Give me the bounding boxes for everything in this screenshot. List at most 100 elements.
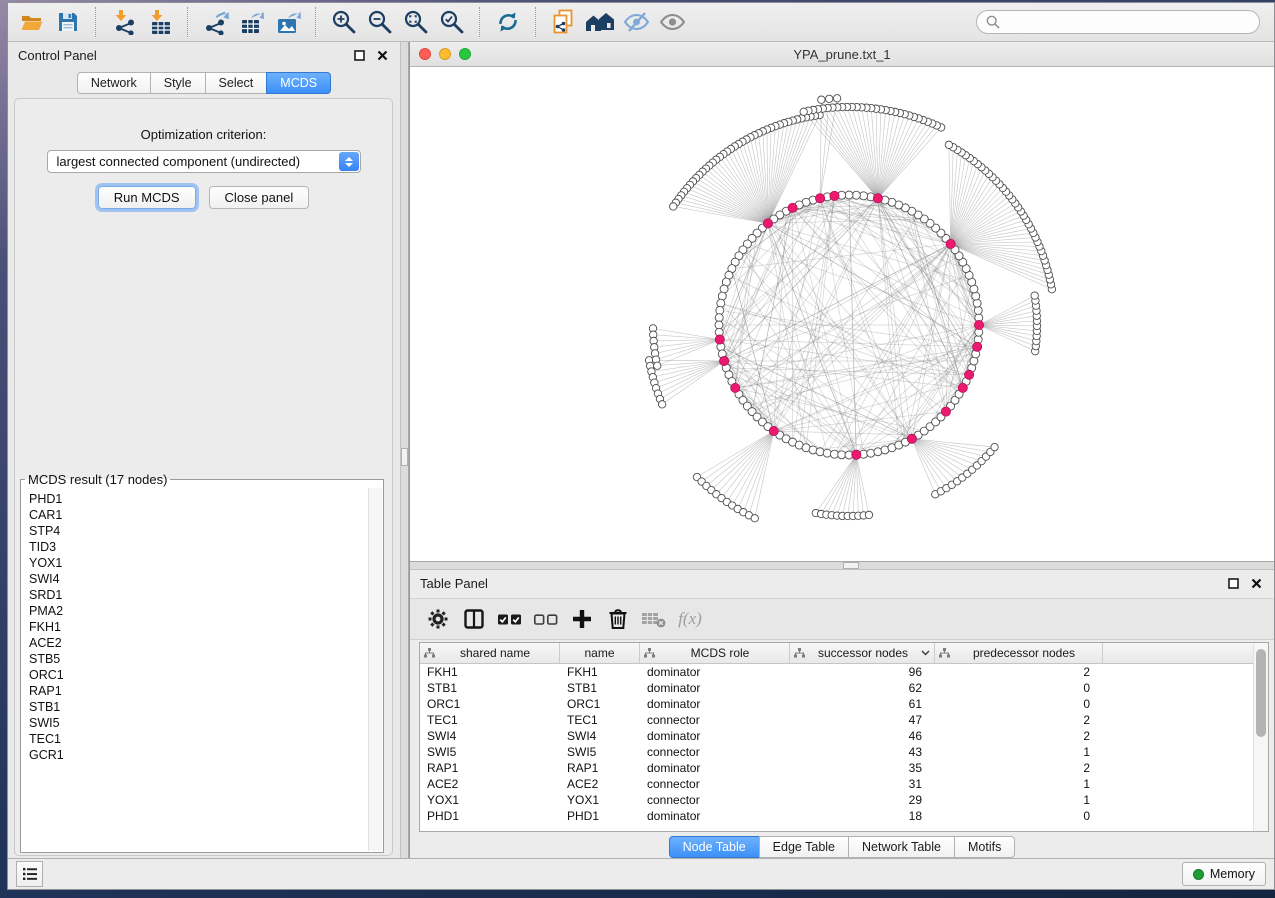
tab-motifs[interactable]: Motifs [954,836,1015,858]
float-panel-button[interactable] [1225,575,1241,591]
network-node[interactable] [830,450,838,458]
table-cell-predecessor-nodes[interactable]: 0 [935,697,1103,711]
table-cell-successor-nodes[interactable]: 29 [790,793,935,807]
mcds-result-item[interactable]: GCR1 [29,747,383,763]
table-scrollbar[interactable] [1253,643,1268,831]
mcds-result-item[interactable]: SWI4 [29,571,383,587]
table-cell-successor-nodes[interactable]: 62 [790,681,935,695]
network-node[interactable] [974,306,982,314]
network-node[interactable] [826,95,833,102]
table-cell-predecessor-nodes[interactable]: 0 [935,809,1103,823]
first-neighbors-button[interactable] [582,6,618,38]
network-node[interactable] [1031,292,1038,299]
mcds-result-item[interactable]: ORC1 [29,667,383,683]
tab-network-table[interactable]: Network Table [848,836,955,858]
network-node[interactable] [838,451,846,459]
zoom-fit-button[interactable] [398,6,434,38]
memory-button[interactable]: Memory [1182,862,1266,886]
table-cell-shared-name[interactable]: STB1 [420,681,560,695]
table-cell-predecessor-nodes[interactable]: 2 [935,713,1103,727]
search-box[interactable] [976,10,1260,34]
network-node[interactable] [867,449,875,457]
table-cell-name[interactable]: SWI4 [560,729,640,743]
run-mcds-button[interactable]: Run MCDS [98,186,196,209]
network-node[interactable] [717,299,725,307]
splitter-handle[interactable] [843,562,859,569]
table-cell-name[interactable]: ORC1 [560,697,640,711]
table-cell-name[interactable]: PHD1 [560,809,640,823]
network-node-dominator[interactable] [769,426,778,435]
table-cell-name[interactable]: STB1 [560,681,640,695]
network-node[interactable] [845,191,853,199]
mcds-result-item[interactable]: RAP1 [29,683,383,699]
table-cell-shared-name[interactable]: YOX1 [420,793,560,807]
refresh-layout-button[interactable] [490,6,526,38]
table-cell-mcds-role[interactable]: connector [640,713,790,727]
mcds-result-item[interactable]: PMA2 [29,603,383,619]
table-row[interactable]: SWI4SWI4dominator462 [420,728,1268,744]
network-node-dominator[interactable] [873,194,882,203]
network-node-dominator[interactable] [815,194,824,203]
network-node-dominator[interactable] [946,239,955,248]
network-node[interactable] [751,515,758,522]
duplicate-network-button[interactable] [546,6,582,38]
table-cell-predecessor-nodes[interactable]: 1 [935,745,1103,759]
show-all-button[interactable] [654,6,690,38]
column-header-mcds-role[interactable]: MCDS role [640,643,790,663]
table-cell-shared-name[interactable]: FKH1 [420,665,560,679]
tab-select[interactable]: Select [205,72,268,94]
mcds-result-item[interactable]: PHD1 [29,491,383,507]
table-cell-mcds-role[interactable]: dominator [640,665,790,679]
table-cell-shared-name[interactable]: TEC1 [420,713,560,727]
network-node[interactable] [658,401,665,408]
table-cell-name[interactable]: ACE2 [560,777,640,791]
network-window-titlebar[interactable]: YPA_prune.txt_1 [410,42,1274,67]
tab-style[interactable]: Style [150,72,206,94]
mcds-result-item[interactable]: SWI5 [29,715,383,731]
table-cell-shared-name[interactable]: SWI4 [420,729,560,743]
show-columns-button[interactable] [456,603,492,635]
table-row[interactable]: TEC1TEC1connector472 [420,712,1268,728]
search-input[interactable] [1006,14,1250,31]
network-node[interactable] [945,141,952,148]
mcds-result-item[interactable]: YOX1 [29,555,383,571]
table-cell-shared-name[interactable]: ACE2 [420,777,560,791]
network-node[interactable] [865,511,872,518]
scrollbar-thumb[interactable] [1256,649,1266,737]
import-table-button[interactable] [142,6,178,38]
network-node[interactable] [860,192,868,200]
horizontal-splitter[interactable] [410,561,1274,570]
tab-mcds[interactable]: MCDS [266,72,331,94]
optimization-criterion-dropdown[interactable]: largest connected component (undirected) [47,150,361,173]
export-network-button[interactable] [198,6,234,38]
table-row[interactable]: FKH1FKH1dominator962 [420,664,1268,680]
table-cell-name[interactable]: FKH1 [560,665,640,679]
export-image-button[interactable] [270,6,306,38]
import-network-button[interactable] [106,6,142,38]
network-node[interactable] [823,449,831,457]
tab-network[interactable]: Network [77,72,151,94]
tab-edge-table[interactable]: Edge Table [759,836,849,858]
mcds-result-item[interactable]: ACE2 [29,635,383,651]
network-view-canvas[interactable] [410,67,1274,561]
column-header-name[interactable]: name [560,643,640,663]
network-node[interactable] [816,448,824,456]
table-cell-successor-nodes[interactable]: 18 [790,809,935,823]
table-row[interactable]: ORC1ORC1dominator610 [420,696,1268,712]
network-node-dominator[interactable] [965,370,974,379]
table-cell-mcds-role[interactable]: dominator [640,681,790,695]
network-node-dominator[interactable] [763,219,772,228]
hide-selected-button[interactable] [618,6,654,38]
splitter-handle[interactable] [401,448,408,466]
table-cell-successor-nodes[interactable]: 43 [790,745,935,759]
table-cell-mcds-role[interactable]: dominator [640,761,790,775]
network-node[interactable] [715,314,723,322]
close-panel-button[interactable] [1248,575,1264,591]
table-cell-mcds-role[interactable]: connector [640,793,790,807]
deselect-all-button[interactable] [528,603,564,635]
network-node-dominator[interactable] [852,450,861,459]
table-cell-mcds-role[interactable]: dominator [640,697,790,711]
column-header-successor-nodes[interactable]: successor nodes [790,643,935,663]
table-cell-successor-nodes[interactable]: 46 [790,729,935,743]
mcds-result-item[interactable]: STB5 [29,651,383,667]
